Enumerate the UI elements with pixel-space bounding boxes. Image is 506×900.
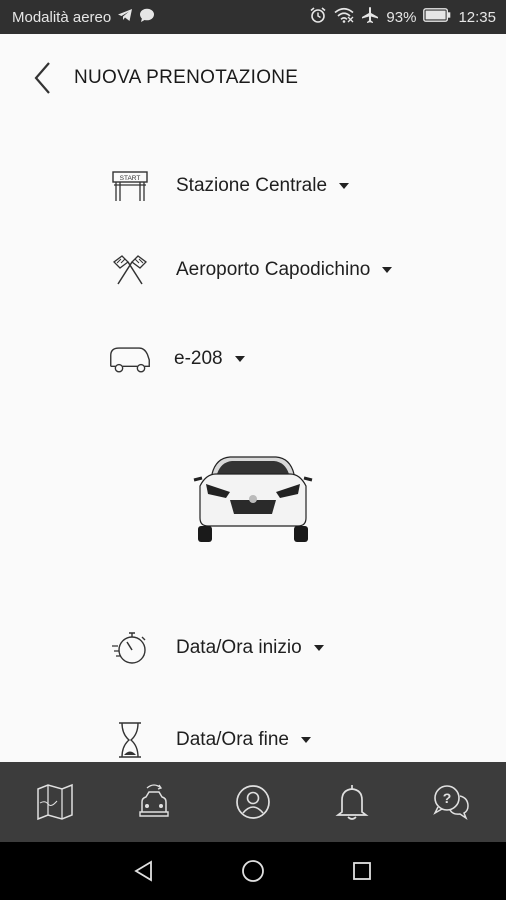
battery-icon <box>423 8 451 26</box>
back-button[interactable] <box>30 60 58 96</box>
dropdown-caret-icon <box>339 183 350 189</box>
bell-icon <box>335 785 369 820</box>
chat-bubble-icon <box>139 8 155 27</box>
status-left: Modalità aereo <box>12 8 155 27</box>
tab-bookings[interactable] <box>124 772 184 832</box>
end-datetime-select[interactable]: Data/Ora fine <box>108 720 311 760</box>
status-right: 93% 12:35 <box>309 6 496 28</box>
car-image <box>190 452 316 548</box>
app-header: NUOVA PRENOTAZIONE <box>0 34 506 120</box>
nav-home-button[interactable] <box>233 851 273 891</box>
wifi-icon <box>334 7 354 27</box>
finish-flags-icon <box>108 250 152 290</box>
telegram-icon <box>117 8 133 26</box>
square-recents-icon <box>352 862 371 880</box>
svg-text:?: ? <box>442 790 451 806</box>
circle-home-icon <box>242 860 264 882</box>
page-title: NUOVA PRENOTAZIONE <box>74 67 299 88</box>
start-sign-icon: START <box>108 166 152 206</box>
svg-text:START: START <box>120 175 141 182</box>
end-location-label: Aeroporto Capodichino <box>176 259 371 280</box>
nav-recents-button[interactable] <box>342 851 382 891</box>
start-datetime-label: Data/Ora inizio <box>176 637 302 658</box>
airplane-icon <box>361 6 379 28</box>
vehicle-select[interactable]: e-208 <box>108 339 245 379</box>
status-time: 12:35 <box>458 8 496 26</box>
car-booking-icon <box>139 784 169 817</box>
dropdown-caret-icon <box>234 356 245 362</box>
stopwatch-icon <box>108 628 152 668</box>
system-navigation-bar <box>0 842 506 900</box>
user-profile-icon <box>236 785 270 819</box>
dropdown-caret-icon <box>382 267 393 273</box>
tab-profile[interactable] <box>223 772 283 832</box>
vehicle-label: e-208 <box>174 348 223 369</box>
tab-help[interactable]: ? <box>421 772 481 832</box>
status-bar: Modalità aereo 93% 12:35 <box>0 0 506 34</box>
map-icon <box>37 783 74 821</box>
battery-percent: 93% <box>386 8 417 26</box>
hourglass-icon <box>108 720 152 760</box>
dropdown-caret-icon <box>313 645 324 651</box>
car-icon <box>108 339 152 379</box>
end-datetime-label: Data/Ora fine <box>176 729 289 750</box>
end-location-select[interactable]: Aeroporto Capodichino <box>108 250 393 290</box>
alarm-icon <box>309 6 327 28</box>
nav-back-button[interactable] <box>124 851 164 891</box>
chevron-left-icon <box>34 62 50 94</box>
bottom-tab-bar: ? <box>0 762 506 842</box>
status-carrier: Modalità aereo <box>12 8 112 26</box>
start-datetime-select[interactable]: Data/Ora inizio <box>108 628 324 668</box>
start-location-label: Stazione Centrale <box>176 175 328 196</box>
triangle-back-icon <box>134 860 153 882</box>
help-chat-icon: ? <box>432 785 469 820</box>
dropdown-caret-icon <box>301 737 311 743</box>
start-location-select[interactable]: START Stazione Centrale <box>108 166 350 206</box>
tab-notifications[interactable] <box>322 772 382 832</box>
tab-map[interactable] <box>25 772 85 832</box>
